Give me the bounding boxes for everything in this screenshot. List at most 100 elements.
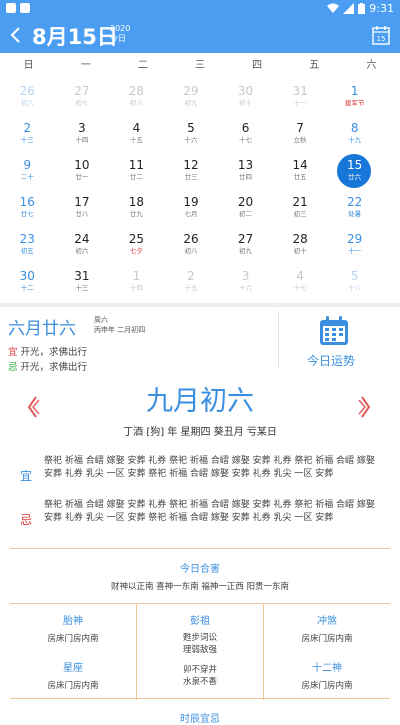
calendar-day-selected[interactable]: 15 廿六 xyxy=(327,153,382,190)
calendar-day[interactable]: 27 初七 xyxy=(55,79,110,116)
shichen-title: 时辰宜忌 xyxy=(180,714,220,725)
calendar-day[interactable]: 10 廿一 xyxy=(55,153,110,190)
calendar-day[interactable]: 5 十六 xyxy=(164,116,219,153)
calendar-day[interactable]: 20 初二 xyxy=(218,190,273,227)
yi-summary: 宜开光，求佛出行 xyxy=(8,344,87,358)
lunar-day-label: 初八 xyxy=(184,247,198,255)
battery-icon xyxy=(358,3,366,14)
calendar-day[interactable]: 2 十五 xyxy=(164,264,219,301)
calendar-day[interactable]: 16 廿七 xyxy=(0,190,55,227)
app-bar: 8月15日 2020 今日 15 xyxy=(0,17,400,53)
day-number: 1 xyxy=(132,269,141,283)
calendar-day[interactable]: 3 十四 xyxy=(55,116,110,153)
day-number: 3 xyxy=(241,269,250,283)
calendar-day[interactable]: 26 初六 xyxy=(0,79,55,116)
day-number: 13 xyxy=(237,158,254,172)
pengzu-text-4: 水泉不香 xyxy=(182,677,217,687)
calendar-day[interactable]: 25 七夕 xyxy=(109,227,164,264)
lunar-day-label: 廿五 xyxy=(293,173,307,181)
lunar-day-label: 廿四 xyxy=(239,173,253,181)
calendar-day[interactable]: 4 十五 xyxy=(109,116,164,153)
taishen-text: 房床门房内南 xyxy=(47,634,99,644)
calendar-day[interactable]: 26 初八 xyxy=(164,227,219,264)
calendar-day[interactable]: 18 廿九 xyxy=(109,190,164,227)
lunar-day-label: 廿九 xyxy=(129,210,143,218)
shiershen-title: 十二神 xyxy=(312,663,342,674)
calendar-day[interactable]: 24 初六 xyxy=(55,227,110,264)
calendar-day[interactable]: 21 初三 xyxy=(273,190,328,227)
lunar-day-label: 廿一 xyxy=(75,173,89,181)
calendar-day[interactable]: 6 十七 xyxy=(218,116,273,153)
calendar-day[interactable]: 30 初十 xyxy=(218,79,273,116)
day-number: 23 xyxy=(19,232,35,246)
calendar-day[interactable]: 4 十七 xyxy=(273,264,328,301)
calendar-day[interactable]: 13 廿四 xyxy=(218,153,273,190)
calendar-day[interactable]: 17 廿八 xyxy=(55,190,110,227)
signal-icon xyxy=(343,3,355,14)
back-arrow-icon[interactable] xyxy=(6,23,26,47)
year-value: 2020 xyxy=(110,24,131,33)
calendar-day[interactable]: 1 十四 xyxy=(109,264,164,301)
lunar-day-label: 十一 xyxy=(293,99,307,107)
calendar-day[interactable]: 29 十一 xyxy=(327,227,382,264)
calendar-day[interactable]: 8 十九 xyxy=(327,116,382,153)
pengzu-text-3: 卯不穿井 xyxy=(182,665,217,675)
day-number: 18 xyxy=(128,195,145,209)
day-number: 22 xyxy=(347,195,363,209)
today-fortune-button[interactable]: 今日运势 xyxy=(307,352,355,369)
calendar-day[interactable]: 31 十一 xyxy=(273,79,328,116)
weekday-label: 一 xyxy=(80,60,91,71)
lunar-day-label: 十五 xyxy=(184,284,198,292)
calendar-today-icon[interactable]: 15 xyxy=(372,25,390,45)
ji-tag: 忌 xyxy=(8,362,18,373)
lunar-day-label: 十七 xyxy=(293,284,307,292)
calendar-day[interactable]: 14 廿五 xyxy=(273,153,328,190)
vertical-divider xyxy=(278,311,279,369)
calendar-day[interactable]: 30 十二 xyxy=(0,264,55,301)
calendar-day[interactable]: 7 立秋 xyxy=(273,116,328,153)
lunar-day-label: 初九 xyxy=(184,99,198,107)
chongsha-title: 冲煞 xyxy=(317,616,337,627)
calendar-day[interactable]: 29 初九 xyxy=(164,79,219,116)
month-calendar: 日 一 二 三 四 五 六 26 初六 27 初七 28 初八 29 初九 30 初十 31 十一 1 建… xyxy=(0,53,400,303)
weekday-label: 六 xyxy=(366,60,377,71)
notification-icon xyxy=(20,3,30,13)
calendar-day[interactable]: 3 十六 xyxy=(218,264,273,301)
lunar-day-label: 十三 xyxy=(20,136,34,144)
today-label[interactable]: 今日 xyxy=(110,34,130,44)
lunar-day-label: 初八 xyxy=(129,99,143,107)
weekday-label: 二 xyxy=(137,60,148,71)
lunar-day-label: 初九 xyxy=(239,247,253,255)
next-day-arrow-icon[interactable] xyxy=(358,395,372,419)
calendar-day[interactable]: 19 七月 xyxy=(164,190,219,227)
calendar-day[interactable]: 9 二十 xyxy=(0,153,55,190)
day-number: 21 xyxy=(292,195,308,209)
lunar-day-label: 建军节 xyxy=(344,99,365,107)
calendar-day[interactable]: 28 初八 xyxy=(109,79,164,116)
weekday-label: 三 xyxy=(194,60,205,71)
calendar-day[interactable]: 2 十三 xyxy=(0,116,55,153)
status-bar: 9:31 xyxy=(0,0,400,17)
calendar-day[interactable]: 28 初十 xyxy=(273,227,328,264)
day-number: 3 xyxy=(78,121,86,135)
calendar-day[interactable]: 11 廿二 xyxy=(109,153,164,190)
day-number: 14 xyxy=(292,158,308,172)
calendar-day[interactable]: 23 初五 xyxy=(0,227,55,264)
calendar-day[interactable]: 1 建军节 xyxy=(327,79,382,116)
calendar-fortune-icon[interactable] xyxy=(318,315,350,347)
calendar-day[interactable]: 5 十八 xyxy=(327,264,382,301)
weekday-label: 五 xyxy=(309,60,320,71)
page-title: 8月15日 xyxy=(32,25,118,49)
day-info-panel: 六月廿六 周六 丙申年 二月初四 宜开光，求佛出行 忌开光，求佛出行 今日运势 xyxy=(0,307,400,373)
calendar-day[interactable]: 31 十三 xyxy=(55,264,110,301)
day-number: 7 xyxy=(296,121,304,135)
pengzu-text-2: 理弱敌强 xyxy=(182,645,217,655)
notification-icon xyxy=(6,3,16,13)
day-number: 4 xyxy=(132,121,141,135)
calendar-day[interactable]: 22 处暑 xyxy=(327,190,382,227)
calendar-day[interactable]: 27 初九 xyxy=(218,227,273,264)
calendar-day[interactable]: 12 廿三 xyxy=(164,153,219,190)
shiershen-text: 房床门房内南 xyxy=(301,681,353,691)
day-number: 31 xyxy=(74,269,90,283)
yi-tag: 宜 xyxy=(8,347,18,358)
